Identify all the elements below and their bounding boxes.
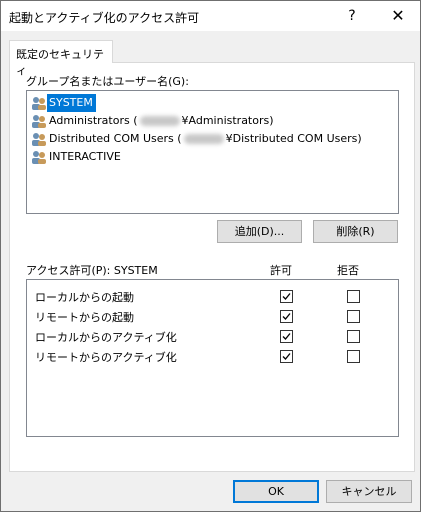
window-title: 起動とアクティブ化のアクセス許可 — [9, 11, 200, 25]
users-icon — [32, 151, 46, 164]
list-item-label-suffix: ¥Distributed COM Users) — [225, 132, 362, 145]
tab-panel: グループ名またはユーザー名(G): SYSTEM Administrators … — [9, 62, 415, 472]
list-item-label-suffix: ¥Administrators) — [181, 114, 274, 127]
tab-default-security[interactable]: 既定のセキュリティ — [9, 40, 113, 77]
list-item-label-prefix: Distributed COM Users ( — [49, 132, 182, 145]
users-icon — [32, 133, 46, 146]
checkmark-icon — [282, 313, 291, 320]
deny-checkbox[interactable] — [347, 310, 360, 323]
allow-checkbox[interactable] — [280, 350, 293, 363]
allow-column-header: 許可 — [270, 264, 292, 277]
list-item-label: SYSTEM — [47, 94, 96, 112]
close-button[interactable]: ✕ — [385, 5, 411, 27]
permission-name: リモートからのアクティブ化 — [35, 351, 177, 364]
cancel-button[interactable]: キャンセル — [326, 480, 412, 503]
permissions-list: ローカルからの起動 リモートからの起動 ローカルからのアクティブ化 リモートから… — [26, 279, 399, 437]
permission-row-local-launch: ローカルからの起動 — [35, 286, 395, 306]
permission-row-local-activation: ローカルからのアクティブ化 — [35, 326, 395, 346]
groups-listbox[interactable]: SYSTEM Administrators (¥Administrators) … — [26, 90, 399, 214]
redacted-machine-name — [139, 116, 180, 126]
permission-name: ローカルからの起動 — [35, 291, 134, 304]
deny-checkbox[interactable] — [347, 350, 360, 363]
ok-button[interactable]: OK — [233, 480, 319, 503]
list-item-label-prefix: Administrators ( — [49, 114, 138, 127]
dialog-window: 起動とアクティブ化のアクセス許可 ? ✕ 既定のセキュリティ グループ名またはユ… — [0, 0, 421, 512]
title-bar[interactable]: 起動とアクティブ化のアクセス許可 ? ✕ — [1, 1, 420, 31]
deny-column-header: 拒否 — [337, 264, 359, 277]
list-item-administrators[interactable]: Administrators ( ¥Administrators) — [29, 112, 395, 130]
permission-name: ローカルからのアクティブ化 — [35, 331, 177, 344]
users-icon — [32, 115, 46, 128]
deny-checkbox[interactable] — [347, 290, 360, 303]
allow-checkbox[interactable] — [280, 310, 293, 323]
help-button[interactable]: ? — [339, 5, 365, 27]
remove-button[interactable]: 削除(R) — [313, 220, 398, 243]
permission-row-remote-launch: リモートからの起動 — [35, 306, 395, 326]
checkmark-icon — [282, 353, 291, 360]
list-item-system[interactable]: SYSTEM — [29, 94, 395, 112]
checkmark-icon — [282, 333, 291, 340]
permissions-label: アクセス許可(P): SYSTEM — [26, 264, 158, 277]
tab-label: 既定のセキュリティ — [16, 48, 104, 77]
permission-row-remote-activation: リモートからのアクティブ化 — [35, 346, 395, 366]
deny-checkbox[interactable] — [347, 330, 360, 343]
list-item-distributed-com-users[interactable]: Distributed COM Users ( ¥Distributed COM … — [29, 130, 395, 148]
permission-name: リモートからの起動 — [35, 311, 134, 324]
allow-checkbox[interactable] — [280, 290, 293, 303]
redacted-machine-name — [183, 134, 224, 144]
list-item-interactive[interactable]: INTERACTIVE — [29, 148, 395, 166]
allow-checkbox[interactable] — [280, 330, 293, 343]
list-item-label: INTERACTIVE — [49, 150, 121, 163]
checkmark-icon — [282, 293, 291, 300]
users-icon — [32, 97, 46, 110]
add-button[interactable]: 追加(D)... — [217, 220, 302, 243]
